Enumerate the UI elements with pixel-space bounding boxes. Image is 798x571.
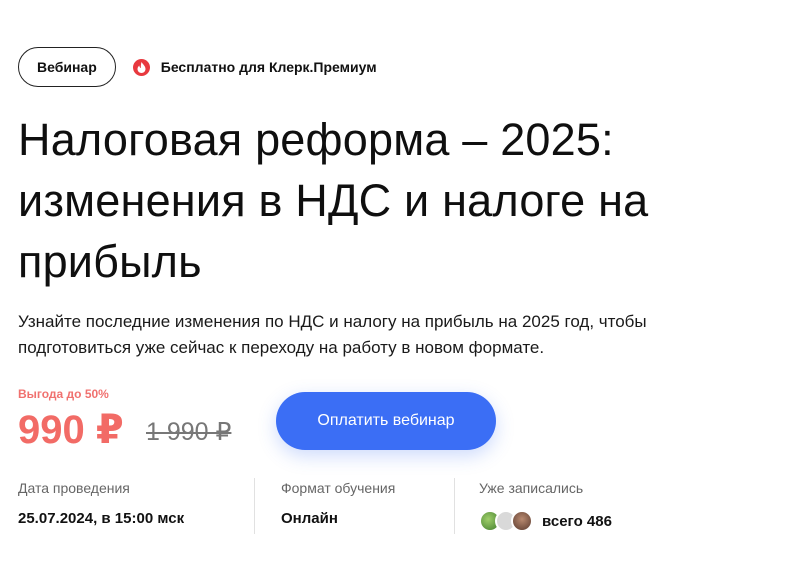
top-row: Вебинар Бесплатно для Клерк.Премиум: [18, 47, 377, 87]
webinar-page: Вебинар Бесплатно для Клерк.Премиум Нало…: [0, 0, 798, 571]
info-divider: [454, 478, 455, 534]
avatar: [511, 510, 533, 532]
info-date: Дата проведения 25.07.2024, в 15:00 мск: [18, 478, 184, 534]
old-price: 1 990 ₽: [146, 418, 232, 446]
pay-webinar-button[interactable]: Оплатить вебинар: [276, 392, 496, 450]
date-label: Дата проведения: [18, 480, 130, 496]
title-line-2: изменения в НДС и налоге на: [18, 175, 649, 226]
title-line-3: прибыль: [18, 236, 202, 287]
registered-row: всего 486: [479, 510, 612, 532]
info-format: Формат обучения Онлайн: [281, 478, 395, 534]
webinar-badge[interactable]: Вебинар: [18, 47, 116, 87]
premium-label: Бесплатно для Клерк.Премиум: [160, 59, 377, 75]
format-label: Формат обучения: [281, 480, 396, 496]
lead-text: Узнайте последние изменения по НДС и нал…: [18, 309, 778, 361]
lead-line-1: Узнайте последние изменения по НДС и нал…: [18, 312, 647, 331]
info-registered: Уже записались всего 486: [479, 478, 612, 534]
date-value: 25.07.2024, в 15:00 мск: [18, 510, 185, 527]
current-price: 990 ₽: [18, 408, 124, 452]
participant-avatars: [479, 510, 533, 532]
flame-icon: [137, 61, 146, 73]
klerk-premium-icon: [132, 58, 150, 76]
lead-line-2: подготовиться уже сейчас к переходу на р…: [18, 338, 545, 357]
title-line-1: Налоговая реформа – 2025:: [18, 114, 614, 165]
registered-label: Уже записались: [479, 480, 584, 496]
info-divider: [254, 478, 255, 534]
discount-label: Выгода до 50%: [18, 387, 109, 401]
premium-note: Бесплатно для Клерк.Премиум: [132, 58, 377, 76]
page-title: Налоговая реформа – 2025: изменения в НД…: [18, 109, 778, 292]
registered-count: всего 486: [542, 512, 612, 530]
format-value: Онлайн: [281, 510, 338, 527]
